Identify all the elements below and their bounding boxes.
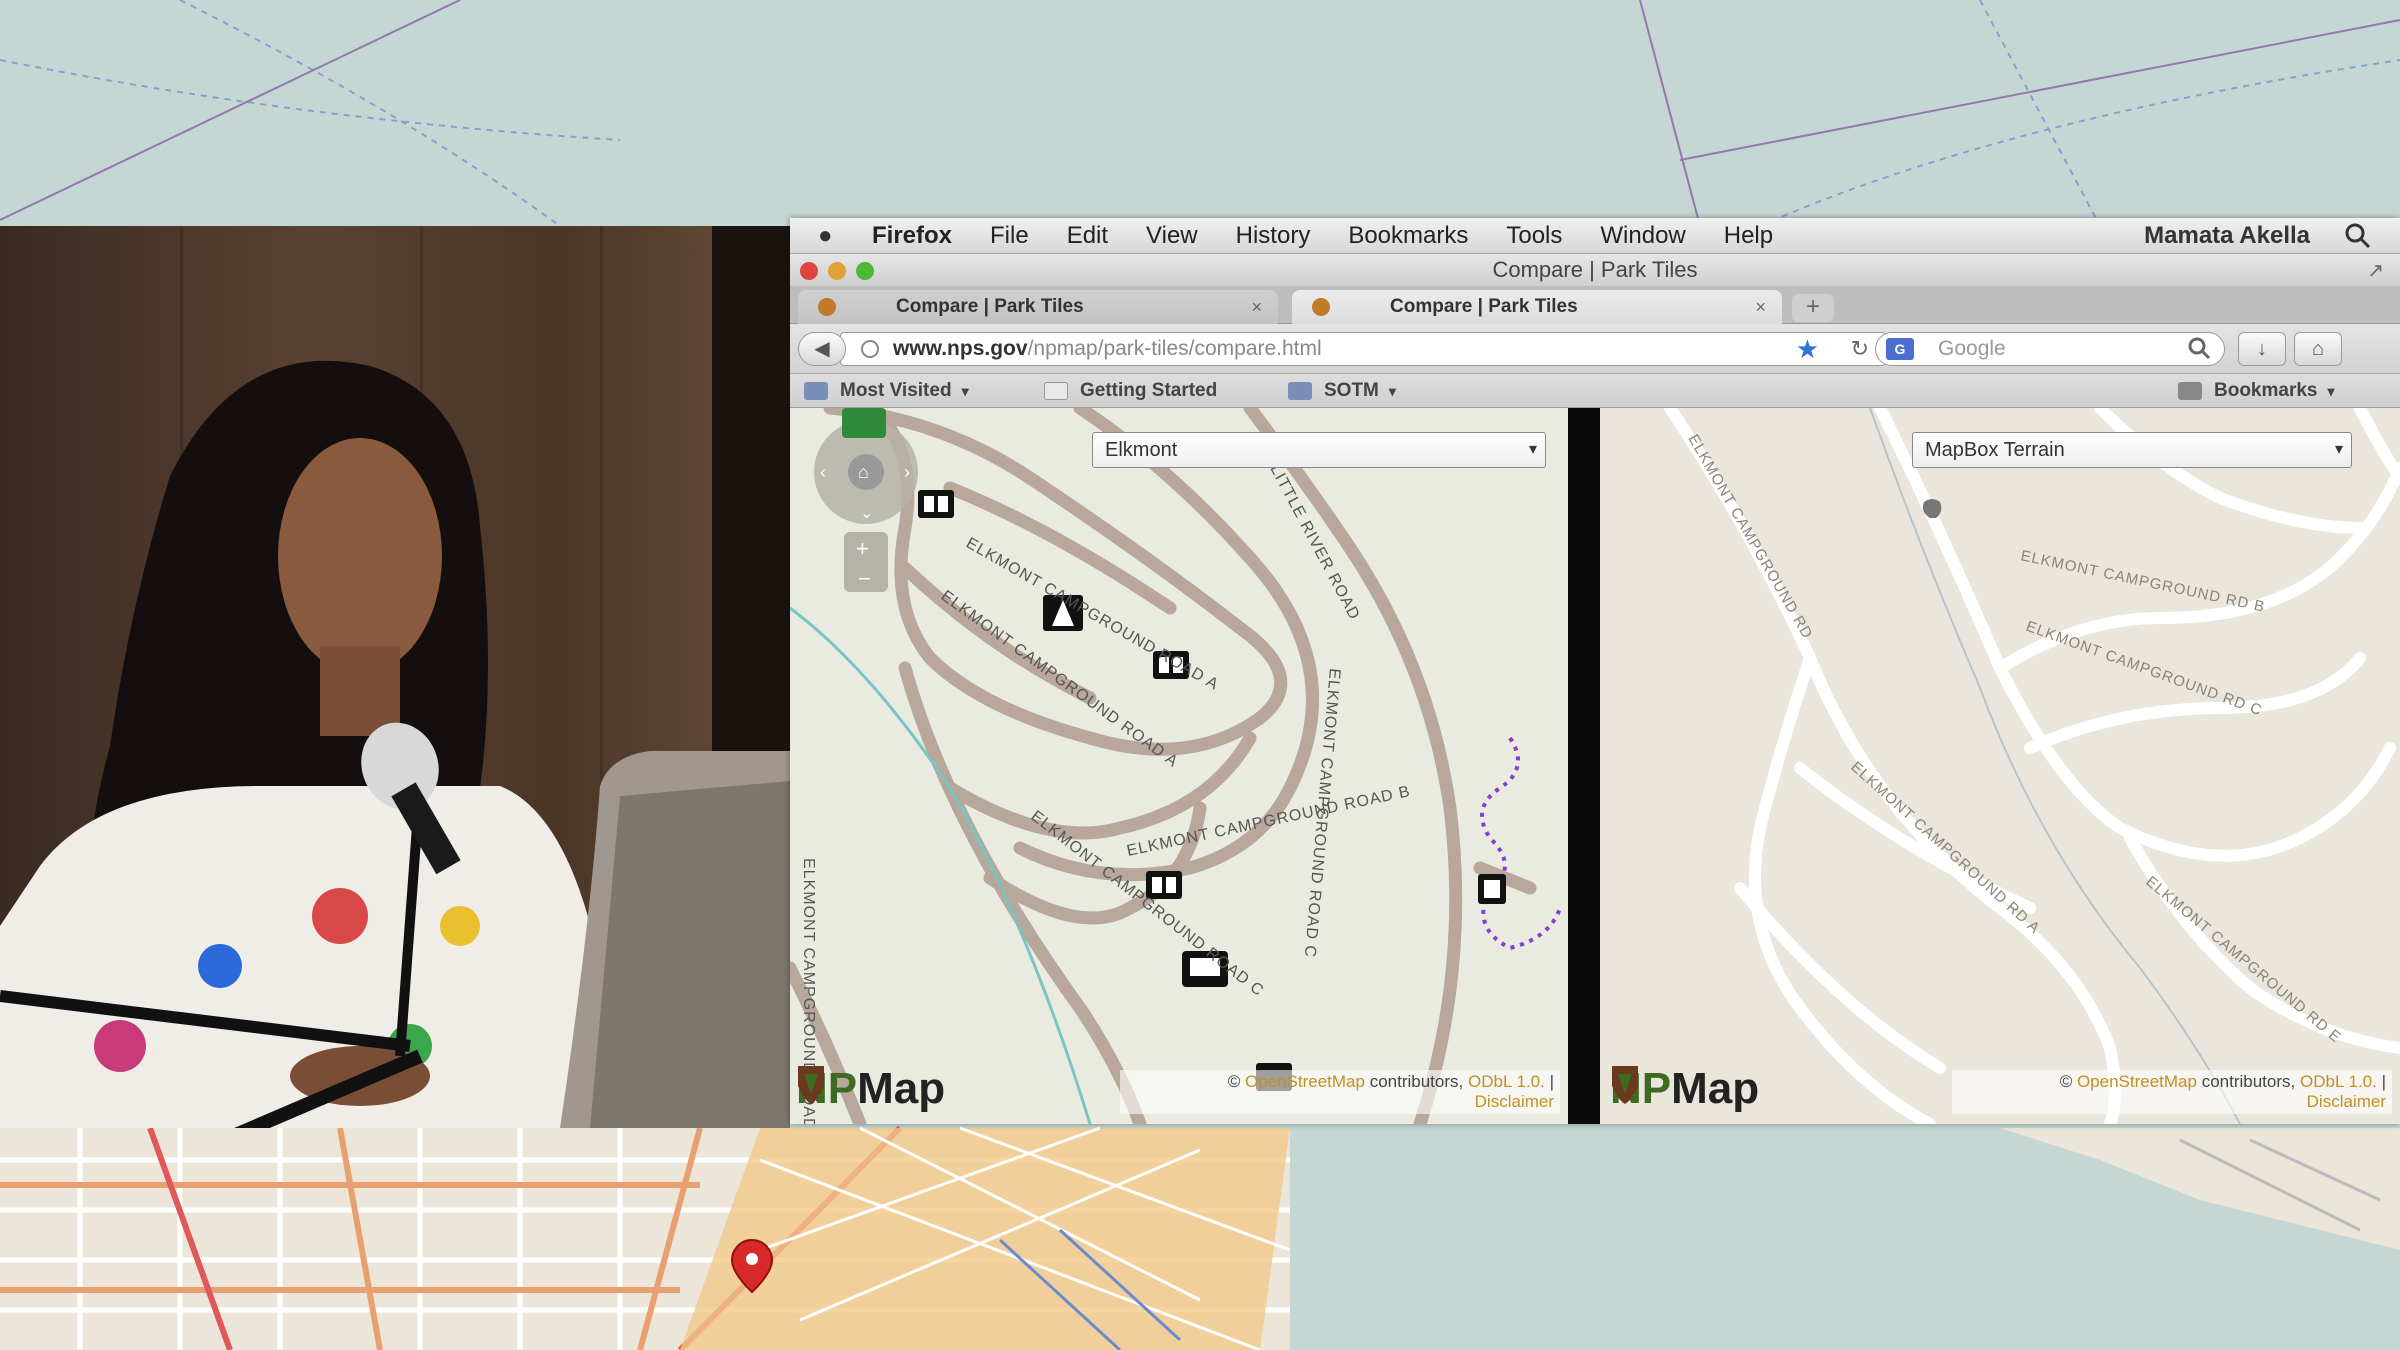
new-tab-button[interactable]: + <box>1792 294 1834 322</box>
menu-window[interactable]: Window <box>1600 222 1685 250</box>
map-pane-left[interactable]: ELKMONT CAMPGROUND ROAD A ELKMONT CAMPGR… <box>790 408 1568 1124</box>
arrowhead-icon <box>1612 1066 1638 1104</box>
chevron-down-icon: ▾ <box>1528 441 1537 458</box>
home-icon[interactable]: ⌂ <box>2294 332 2342 366</box>
park-tiles-map[interactable]: ELKMONT CAMPGROUND ROAD A ELKMONT CAMPGR… <box>790 408 1568 1124</box>
tab-compare-2[interactable]: Compare | Park Tiles × <box>1292 290 1782 324</box>
tab-compare-1[interactable]: Compare | Park Tiles × <box>798 290 1278 324</box>
speaker-video <box>0 226 790 1128</box>
url-host: www.nps.gov <box>893 337 1028 360</box>
chevron-down-icon: ▾ <box>961 382 969 399</box>
compare-divider[interactable] <box>1568 408 1600 1124</box>
svg-text:+: + <box>856 536 869 561</box>
close-tab-icon[interactable]: × <box>1755 297 1766 318</box>
search-engine-icon[interactable]: G <box>1886 338 1914 360</box>
browser-window: ● Firefox File Edit View History Bookmar… <box>790 218 2400 1124</box>
zoom-window-button[interactable] <box>856 262 874 280</box>
bookmarks-menu-button[interactable]: Bookmarks ▾ <box>2178 380 2335 402</box>
menu-tools[interactable]: Tools <box>1506 222 1562 250</box>
user-name[interactable]: Mamata Akella <box>2144 222 2310 250</box>
menu-bookmarks[interactable]: Bookmarks <box>1348 222 1468 250</box>
folder-icon <box>1288 382 1312 400</box>
bookmarks-toolbar: Most Visited ▾ Getting Started SOTM ▾ Bo… <box>790 374 2400 408</box>
bookmark-most-visited[interactable]: Most Visited ▾ <box>804 380 969 402</box>
svg-text:‹: ‹ <box>820 462 826 482</box>
page-icon <box>1044 382 1068 400</box>
tab-label: Compare | Park Tiles <box>896 296 1084 317</box>
bookmark-star-icon[interactable]: ★ <box>1796 334 1819 365</box>
chevron-down-icon: ▾ <box>2334 441 2343 458</box>
spotlight-search-icon[interactable] <box>2344 222 2372 250</box>
downloads-icon[interactable]: ↓ <box>2238 332 2286 366</box>
npmap-logo: NP Map <box>1610 1064 1760 1113</box>
disclaimer-link[interactable]: Disclaimer <box>1475 1092 1554 1111</box>
svg-text:›: › <box>904 462 910 482</box>
site-identity-icon[interactable] <box>861 340 879 358</box>
close-tab-icon[interactable]: × <box>1251 297 1262 318</box>
search-input[interactable]: G Google <box>1875 332 2225 366</box>
window-title-bar: Compare | Park Tiles ↗ <box>790 254 2400 286</box>
svg-text:⌂: ⌂ <box>858 462 869 482</box>
tab-bar: Compare | Park Tiles × Compare | Park Ti… <box>790 286 2400 324</box>
menu-bar: ● Firefox File Edit View History Bookmar… <box>790 218 2400 254</box>
odbl-link[interactable]: ODbL 1.0. <box>1468 1072 1545 1091</box>
menu-history[interactable]: History <box>1236 222 1311 250</box>
bookmark-sotm[interactable]: SOTM ▾ <box>1288 380 1396 402</box>
url-path: /npmap/park-tiles/compare.html <box>1027 337 1322 360</box>
disclaimer-link[interactable]: Disclaimer <box>2307 1092 2386 1111</box>
bookmarks-icon <box>2178 382 2202 400</box>
menu-file[interactable]: File <box>990 222 1029 250</box>
back-button[interactable]: ◀ <box>798 332 846 366</box>
search-icon[interactable] <box>2186 335 2214 363</box>
svg-text:⌄: ⌄ <box>860 505 873 522</box>
reload-icon[interactable]: ↻ <box>1851 336 1869 362</box>
osm-link[interactable]: OpenStreetMap <box>1245 1072 1365 1091</box>
osm-link[interactable]: OpenStreetMap <box>2077 1072 2197 1091</box>
minimize-window-button[interactable] <box>828 262 846 280</box>
map-attribution: © OpenStreetMap contributors, ODbL 1.0. … <box>1120 1070 1560 1114</box>
menu-firefox[interactable]: Firefox <box>872 222 952 250</box>
svg-text:−: − <box>858 566 871 591</box>
menu-edit[interactable]: Edit <box>1067 222 1108 250</box>
nps-favicon-icon <box>818 298 836 316</box>
map-attribution: © OpenStreetMap contributors, ODbL 1.0. … <box>1952 1070 2392 1114</box>
chevron-down-icon: ▾ <box>1388 382 1396 399</box>
arrowhead-icon <box>798 1066 824 1104</box>
menu-view[interactable]: View <box>1146 222 1198 250</box>
tab-label: Compare | Park Tiles <box>1390 296 1578 317</box>
folder-icon <box>804 382 828 400</box>
zoom-control[interactable]: + − <box>844 532 888 592</box>
fullscreen-icon[interactable]: ↗ <box>2367 258 2384 283</box>
map-pane-right[interactable]: ELKMONT CAMPGROUND RD B ELKMONT CAMPGROU… <box>1600 408 2400 1124</box>
npmap-logo: NP Map <box>796 1064 946 1113</box>
navigation-toolbar: www.nps.gov /npmap/park-tiles/compare.ht… <box>790 324 2400 374</box>
odbl-link[interactable]: ODbL 1.0. <box>2300 1072 2377 1091</box>
window-title: Compare | Park Tiles <box>1492 257 1698 282</box>
layer-select-right[interactable]: MapBox Terrain ▾ <box>1912 432 2352 468</box>
bookmark-getting-started[interactable]: Getting Started <box>1044 380 1217 402</box>
search-placeholder: Google <box>1938 337 2006 360</box>
nps-favicon-icon <box>1312 298 1330 316</box>
apple-menu-icon[interactable]: ● <box>818 222 848 250</box>
url-bar[interactable]: www.nps.gov /npmap/park-tiles/compare.ht… <box>840 332 1886 366</box>
menu-help[interactable]: Help <box>1724 222 1773 250</box>
layer-select-left[interactable]: Elkmont ▾ <box>1092 432 1546 468</box>
mapbox-terrain-map[interactable]: ELKMONT CAMPGROUND RD B ELKMONT CAMPGROU… <box>1600 408 2400 1124</box>
close-window-button[interactable] <box>800 262 818 280</box>
chevron-down-icon: ▾ <box>2327 382 2335 399</box>
